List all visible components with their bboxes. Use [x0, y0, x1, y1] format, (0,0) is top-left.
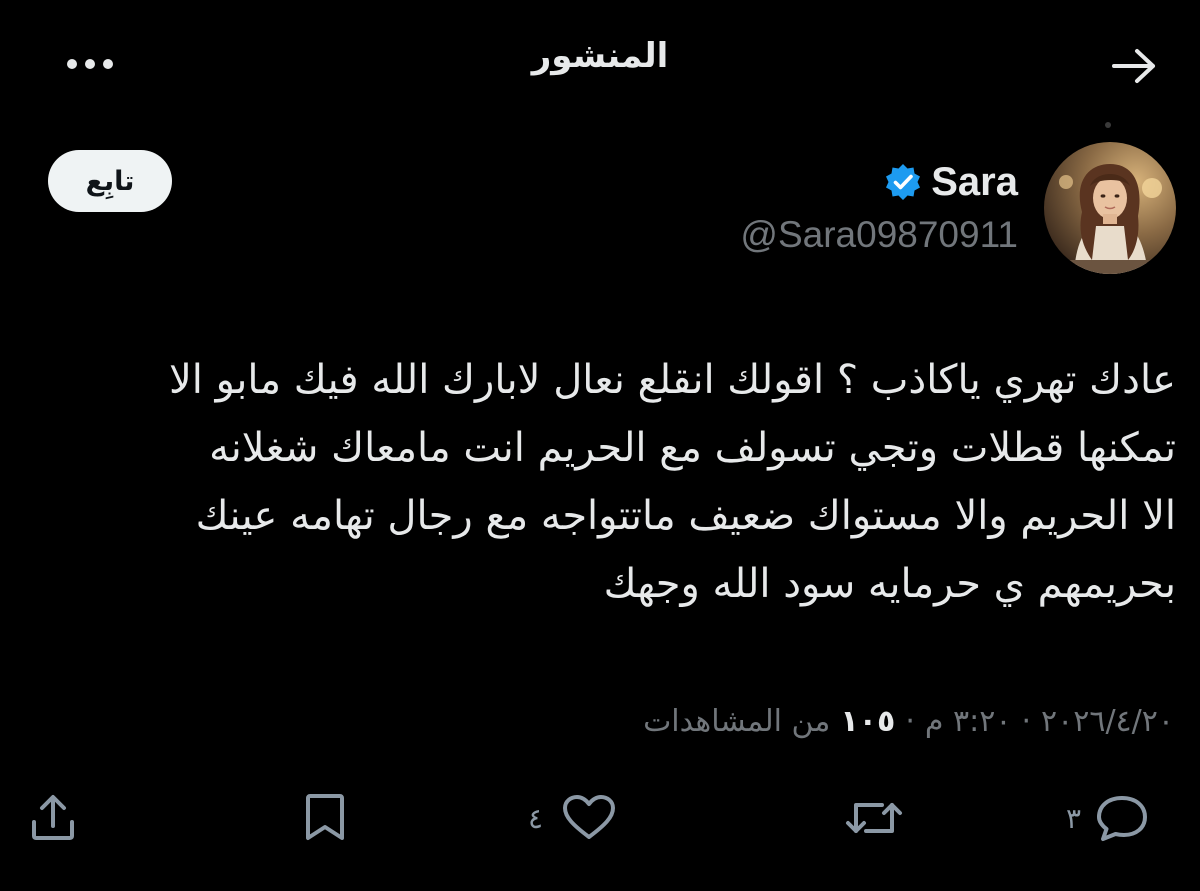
follow-button[interactable]: تابِع [48, 150, 172, 212]
indicator-dot [1105, 122, 1111, 128]
like-button[interactable]: ٤ [528, 790, 617, 846]
reply-count: ٣ [1066, 801, 1082, 835]
verified-badge-icon [886, 164, 921, 200]
bookmark-icon [306, 794, 344, 840]
like-count: ٤ [528, 801, 544, 835]
more-options-button[interactable] [58, 44, 122, 84]
share-icon [32, 795, 74, 840]
post-text-line: تمكنها قطلات وتجي تسولف مع الحريم انت ما… [209, 425, 1176, 471]
post-text-line: عادك تهري ياكاذب ؟ اقولك انقلع نعال لابا… [168, 357, 1176, 403]
top-bar: المنشور [0, 0, 1200, 130]
post-text-line: الا الحريم والا مستواك ضعيف ماتتواجه مع … [195, 493, 1176, 539]
views-label: من المشاهدات [643, 703, 831, 739]
more-dots-icon [67, 59, 113, 69]
share-button[interactable] [28, 790, 78, 846]
post-time: ٣:٢٠ م [924, 703, 1012, 739]
post-meta: ٢٠٢٦/٤/٢٠ · ٣:٢٠ م · ١٠٥ من المشاهدات [643, 696, 1174, 746]
repost-icon [846, 803, 902, 833]
post-text: عادك تهري ياكاذب ؟ اقولك انقلع نعال لابا… [24, 346, 1176, 618]
author-handle[interactable]: @Sara09870911 [740, 214, 1018, 256]
reply-bubble-icon [1097, 796, 1148, 841]
author-name-row[interactable]: Sara [883, 156, 1018, 208]
post-date: ٢٠٢٦/٤/٢٠ [1040, 703, 1174, 739]
heart-icon [563, 795, 616, 839]
post-text-line: بحريمهم ي حرمايه سود الله وجهك [603, 561, 1176, 607]
back-button[interactable] [1104, 38, 1164, 94]
page-title: المنشور [531, 36, 669, 76]
reply-button[interactable]: ٣ [1066, 790, 1149, 846]
profile-photo [1044, 142, 1176, 274]
arrow-right-icon [1112, 49, 1155, 83]
meta-separator: · [905, 703, 915, 739]
bookmark-button[interactable] [300, 790, 350, 846]
repost-button[interactable] [842, 790, 906, 846]
avatar[interactable] [1044, 142, 1176, 274]
display-name: Sara [931, 159, 1018, 204]
views-count[interactable]: ١٠٥ [840, 704, 895, 739]
meta-separator: · [1021, 703, 1031, 739]
